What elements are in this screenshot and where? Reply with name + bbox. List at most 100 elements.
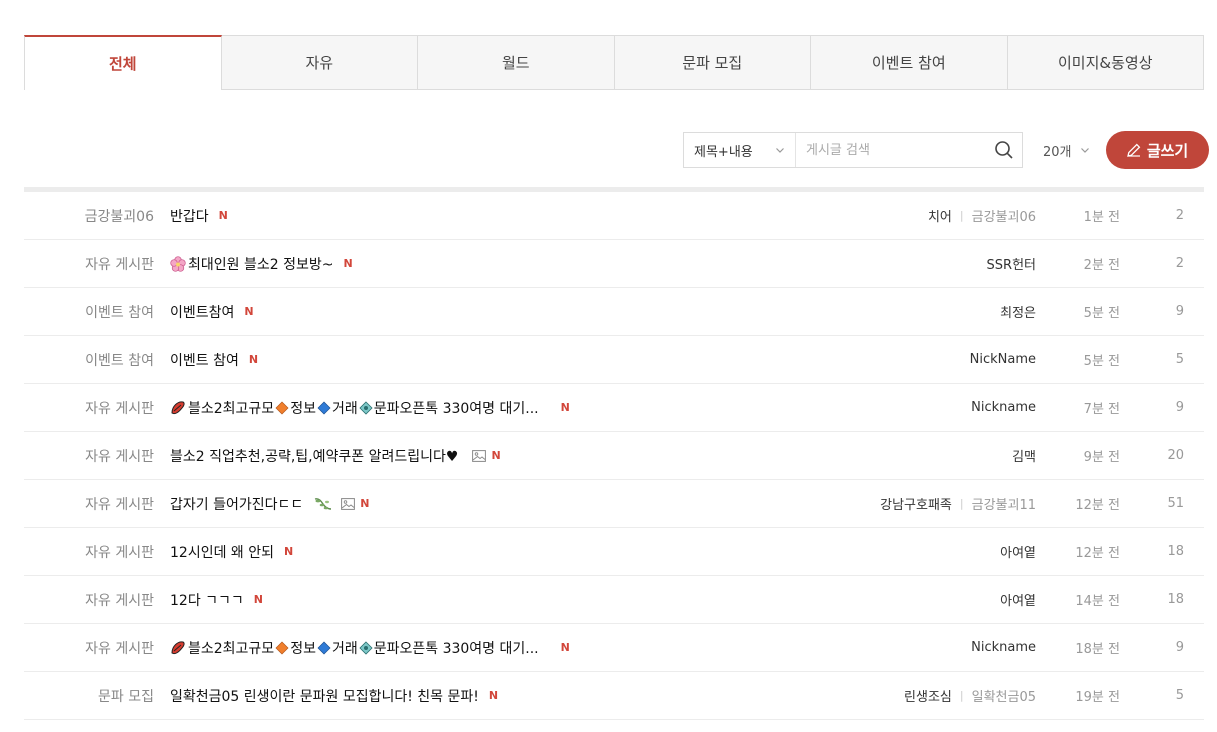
post-time: 9분 전	[1083, 450, 1120, 465]
table-row[interactable]: 자유 게시판 블소2최고규모 정보 거래 문파오픈톡 330여명 대기... N…	[24, 624, 1204, 672]
post-views: 5	[1175, 352, 1184, 367]
search-scope-label: 제목+내용	[694, 144, 753, 160]
author-server: 일확천금05	[971, 690, 1036, 705]
new-badge: N	[244, 305, 254, 318]
author-name[interactable]: 치어	[928, 206, 952, 225]
page-size-label: 20개	[1043, 144, 1072, 160]
post-category: 자유 게시판	[85, 544, 154, 561]
category-tabs: 전체 자유 월드 문파 모집 이벤트 참여 이미지&동영상	[24, 35, 1204, 90]
post-author: Nickname	[971, 400, 1036, 415]
post-category: 자유 게시판	[85, 448, 154, 465]
post-title-link[interactable]: 12다 ㄱㄱㄱ N	[170, 590, 263, 610]
table-row[interactable]: 이벤트 참여 이벤트 참여 N NickName 5분 전 5	[24, 336, 1204, 384]
new-badge: N	[253, 593, 264, 606]
author-name[interactable]: 린생조심	[904, 686, 952, 705]
search-button[interactable]	[986, 133, 1022, 167]
author-name[interactable]: SSR헌터	[987, 254, 1036, 273]
post-title-part: 정보	[290, 400, 316, 417]
table-row[interactable]: 이벤트 참여 이벤트참여 N 최정은 5분 전 9	[24, 288, 1204, 336]
post-title-part: 문파오픈톡 330여명 대기...	[373, 400, 539, 417]
post-title-link[interactable]: 일확천금05 린생이란 문파원 모집합니다! 친목 문파! N	[170, 686, 498, 706]
post-title-link[interactable]: 12시인데 왜 안되 N	[170, 542, 293, 562]
search-scope-select[interactable]: 제목+내용	[684, 133, 796, 167]
table-row[interactable]: 자유 게시판 12다 ㄱㄱㄱ N 아여옅 14분 전 18	[24, 576, 1204, 624]
tab-event[interactable]: 이벤트 참여	[811, 35, 1008, 90]
diamond-dot-icon	[359, 640, 373, 655]
image-attachment-icon	[472, 449, 487, 462]
page-size-select[interactable]: 20개	[1043, 141, 1090, 160]
chevron-down-icon	[776, 148, 784, 153]
author-name[interactable]: 강남구호패족	[880, 494, 952, 513]
post-category: 문파 모집	[98, 688, 154, 705]
author-name[interactable]: NickName	[970, 352, 1036, 367]
chevron-down-icon	[1080, 148, 1089, 153]
post-category: 자유 게시판	[85, 640, 154, 657]
author-name[interactable]: 김맥	[1012, 446, 1036, 465]
post-title-part: 정보	[290, 640, 316, 657]
post-title-part: 거래	[331, 640, 358, 657]
tab-free[interactable]: 자유	[221, 35, 418, 90]
post-title-link[interactable]: 블소2최고규모 정보 거래 문파오픈톡 330여명 대기... N	[170, 638, 570, 658]
post-title-link[interactable]: 최대인원 블소2 정보방~ N	[170, 254, 353, 274]
plant-sticker-icon	[315, 497, 332, 510]
table-row[interactable]: 자유 게시판 최대인원 블소2 정보방~ N SSR헌터 2분 전 2	[24, 240, 1204, 288]
tab-guild-recruit[interactable]: 문파 모집	[614, 35, 811, 90]
post-time: 5분 전	[1083, 306, 1120, 321]
author-name[interactable]: Nickname	[971, 400, 1036, 415]
post-category: 금강불괴06	[84, 208, 154, 225]
post-author: 강남구호패족 | 금강불괴11	[880, 494, 1036, 513]
post-category: 자유 게시판	[85, 400, 154, 417]
lips-icon	[171, 400, 185, 414]
author-name[interactable]: 최정은	[1000, 302, 1036, 321]
flower-icon	[170, 255, 186, 272]
author-name[interactable]: Nickname	[971, 640, 1036, 655]
post-time: 14분 전	[1075, 594, 1120, 609]
blue-diamond-icon	[317, 401, 331, 414]
post-title-link[interactable]: 갑자기 들어가진다ㄷㄷ N	[170, 494, 369, 514]
diamond-dot-icon	[359, 400, 373, 415]
table-row[interactable]: 문파 모집 일확천금05 린생이란 문파원 모집합니다! 친목 문파! N 린생…	[24, 672, 1204, 720]
table-row[interactable]: 자유 게시판 블소2 직업추천,공략,팁,예약쿠폰 알려드립니다♥ N 김맥 9…	[24, 432, 1204, 480]
post-views: 5	[1175, 688, 1184, 703]
post-title: 일확천금05 린생이란 문파원 모집합니다! 친목 문파!	[170, 688, 479, 705]
table-row[interactable]: 자유 게시판 갑자기 들어가진다ㄷㄷ N 강남구호패족 | 금강불괴11 12분…	[24, 480, 1204, 528]
post-title-link[interactable]: 블소2최고규모 정보 거래 문파오픈톡 330여명 대기... N	[170, 398, 570, 418]
tab-media[interactable]: 이미지&동영상	[1007, 35, 1204, 90]
post-title-link[interactable]: 반갑다 N	[170, 206, 228, 226]
post-category: 이벤트 참여	[85, 304, 154, 321]
author-name[interactable]: 아여옅	[1000, 590, 1036, 609]
post-list: 금강불괴06 반갑다 N 치어 | 금강불괴06 1분 전 2 자유 게시판 최…	[24, 187, 1204, 720]
post-time: 2분 전	[1083, 258, 1120, 273]
post-views: 20	[1167, 448, 1184, 463]
table-row[interactable]: 자유 게시판 12시인데 왜 안되 N 아여옅 12분 전 18	[24, 528, 1204, 576]
table-row[interactable]: 금강불괴06 반갑다 N 치어 | 금강불괴06 1분 전 2	[24, 192, 1204, 240]
post-title-link[interactable]: 이벤트참여 N	[170, 302, 254, 322]
image-attachment-icon	[341, 497, 356, 510]
new-badge: N	[560, 401, 570, 414]
post-time: 12분 전	[1075, 498, 1120, 513]
post-author: 치어 | 금강불괴06	[928, 206, 1036, 225]
post-time: 12분 전	[1075, 546, 1120, 561]
post-title: 갑자기 들어가진다ㄷㄷ	[170, 496, 304, 513]
post-author: 김맥	[1012, 446, 1036, 465]
post-title-part: 블소2최고규모	[188, 640, 275, 657]
table-row[interactable]: 자유 게시판 블소2최고규모 정보 거래 문파오픈톡 330여명 대기... N…	[24, 384, 1204, 432]
author-name[interactable]: 아여옅	[1000, 542, 1036, 561]
new-badge: N	[248, 353, 259, 366]
post-title: 반갑다	[170, 208, 209, 225]
write-post-button[interactable]: 글쓰기	[1105, 131, 1209, 169]
tab-world[interactable]: 월드	[418, 35, 615, 90]
post-title-link[interactable]: 이벤트 참여 N	[170, 350, 258, 370]
post-author: NickName	[970, 352, 1036, 367]
new-badge: N	[360, 497, 370, 510]
pencil-icon	[1126, 143, 1141, 157]
post-views: 18	[1167, 544, 1184, 559]
post-category: 자유 게시판	[85, 592, 154, 609]
post-time: 5분 전	[1083, 354, 1120, 369]
search-input[interactable]	[796, 133, 986, 167]
post-title-link[interactable]: 블소2 직업추천,공략,팁,예약쿠폰 알려드립니다♥ N	[170, 446, 501, 466]
post-title-part: 블소2최고규모	[188, 400, 275, 417]
post-views: 9	[1175, 400, 1184, 415]
new-badge: N	[284, 545, 294, 558]
tab-all[interactable]: 전체	[24, 35, 222, 90]
